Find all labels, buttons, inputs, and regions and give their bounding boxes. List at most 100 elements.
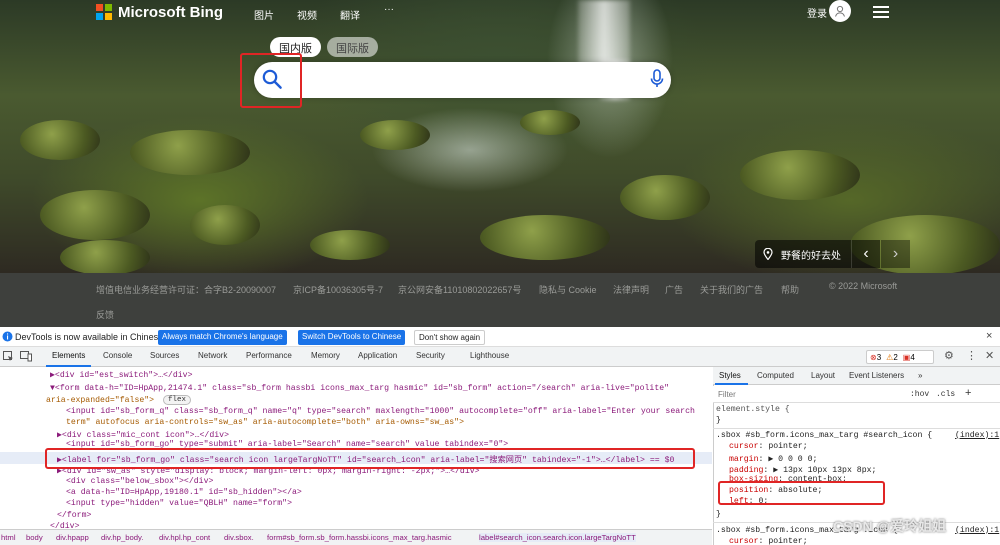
rule-close: } [716, 416, 721, 425]
tab-elements[interactable]: Elements [52, 351, 85, 360]
tab-styles[interactable]: Styles [719, 371, 741, 380]
logo-text: Microsoft Bing [118, 3, 223, 21]
breadcrumb-item[interactable]: body [26, 533, 43, 542]
search-input[interactable] [254, 62, 671, 98]
dom-line[interactable]: <a data-h="ID=HpApp,19180.1" id="sb_hidd… [66, 488, 302, 497]
location-pin-icon [763, 248, 773, 260]
infobar-text: DevTools is now available in Chinese! [15, 332, 166, 342]
breadcrumb-item[interactable]: html [1, 533, 16, 542]
hover-state-toggle[interactable]: :hov [910, 390, 929, 399]
element-style-rule[interactable]: element.style { [716, 405, 790, 414]
dom-line[interactable]: ▶<div id="est_switch">…</div> [50, 369, 193, 380]
hamburger-menu-icon[interactable] [873, 6, 889, 18]
tab-lighthouse[interactable]: Lighthouse [470, 351, 509, 360]
tab-security[interactable]: Security [416, 351, 445, 360]
bing-homepage: Microsoft Bing 图片 视频 翻译 ··· 登录 国内版 国际版 野… [0, 0, 1000, 327]
settings-gear-icon[interactable]: ⚙ [944, 349, 954, 362]
highlight-box-position-props [718, 481, 885, 505]
tab-sources[interactable]: Sources [150, 351, 179, 360]
dom-line[interactable]: aria-expanded="false"> [46, 396, 154, 405]
rule-source-link[interactable]: (index):1 [955, 526, 999, 535]
dom-line[interactable]: <input type="hidden" value="QBLH" name="… [66, 499, 292, 508]
tab-international[interactable]: 国际版 [327, 37, 378, 57]
add-rule-icon[interactable]: + [965, 387, 971, 399]
switch-to-chinese-button[interactable]: Switch DevTools to Chinese [298, 330, 406, 345]
dom-line[interactable]: term" autofocus aria-controls="sw_as" ar… [66, 418, 464, 427]
nav-videos[interactable]: 视频 [297, 7, 317, 22]
warning-count: ⚠2 [886, 352, 898, 362]
tab-application[interactable]: Application [358, 351, 397, 360]
nav-more[interactable]: ··· [384, 4, 394, 15]
tab-more[interactable]: » [918, 371, 922, 380]
footer-police-record[interactable]: 京公网安备11010802022657号 [398, 283, 521, 296]
error-count: ⊗3 [870, 352, 882, 362]
device-toolbar-icon[interactable] [20, 351, 32, 362]
nav-images[interactable]: 图片 [254, 7, 274, 22]
highlight-box-search-icon [240, 53, 302, 108]
breadcrumb-item[interactable]: form#sb_form.sb_form.hassbi.icons_max_ta… [267, 533, 452, 542]
rule-selector-search-icon[interactable]: .sbox #sb_form.icons_max_targ #search_ic… [716, 431, 932, 440]
breadcrumb-item[interactable]: div.hp_body. [101, 533, 143, 542]
nav-translate[interactable]: 翻译 [340, 7, 360, 22]
class-toggle[interactable]: .cls [936, 390, 955, 399]
issues-counter[interactable]: ⊗3 ⚠2 ▣4 [866, 350, 934, 364]
style-property[interactable]: cursor: pointer; [729, 442, 808, 451]
login-link[interactable]: 登录 [807, 5, 827, 20]
flex-badge[interactable]: flex [163, 395, 192, 405]
rule-close: } [716, 510, 721, 519]
footer-about-ads[interactable]: 关于我们的广告 [700, 283, 763, 296]
footer-license[interactable]: 增值电信业务经营许可证：合字B2-20090007 [96, 283, 276, 296]
bing-logo[interactable]: Microsoft Bing [96, 3, 223, 21]
devtools-language-infobar: DevTools is now available in Chinese! Al… [0, 327, 1000, 347]
dont-show-again-button[interactable]: Don't show again [414, 330, 486, 345]
breadcrumb-item-selected[interactable]: label#search_icon.search.icon.largeTargN… [479, 533, 636, 542]
footer-ads[interactable]: 广告 [665, 283, 683, 296]
close-devtools-icon[interactable]: ✕ [985, 349, 994, 362]
footer-feedback[interactable]: 反馈 [96, 308, 114, 321]
footer-legal[interactable]: 法律声明 [613, 283, 649, 296]
breadcrumb-item[interactable]: div.hpl.hp_cont [159, 533, 210, 542]
windows-logo-icon [96, 4, 112, 20]
tab-layout[interactable]: Layout [811, 371, 835, 380]
breadcrumb: html body div.hpapp div.hp_body. div.hpl… [0, 529, 712, 545]
footer-icp[interactable]: 京ICP备10036305号-7 [293, 283, 383, 296]
background-photo [0, 0, 1000, 273]
dom-line-form[interactable]: ▼<form data-h="ID=HpApp,21474.1" class="… [50, 384, 669, 393]
dom-line-input[interactable]: <input id="sb_form_q" class="sb_form_q" … [66, 407, 695, 416]
tab-event-listeners[interactable]: Event Listeners [849, 371, 904, 380]
info-icon [2, 331, 13, 342]
tab-memory[interactable]: Memory [311, 351, 340, 360]
watermark: CSDN @爱玲姐姐 [833, 518, 947, 534]
microphone-icon[interactable] [650, 69, 664, 89]
previous-image-button[interactable]: ‹ [851, 240, 880, 268]
always-match-language-button[interactable]: Always match Chrome's language [158, 330, 287, 345]
next-image-button[interactable]: › [881, 240, 910, 268]
breadcrumb-item[interactable]: div.hpapp [56, 533, 89, 542]
tab-performance[interactable]: Performance [246, 351, 292, 360]
footer-copyright: © 2022 Microsoft [829, 281, 898, 291]
avatar-icon[interactable] [829, 0, 851, 22]
highlight-box-dom-line [45, 448, 695, 469]
tab-console[interactable]: Console [103, 351, 132, 360]
rule-source-link[interactable]: (index):1 [955, 431, 999, 440]
breadcrumb-item[interactable]: div.sbox. [224, 533, 254, 542]
close-infobar-icon[interactable]: × [986, 330, 992, 342]
location-caption[interactable]: 野餐的好去处 [755, 240, 851, 268]
more-options-icon[interactable]: ⋮ [966, 349, 977, 362]
tab-computed[interactable]: Computed [757, 371, 794, 380]
dom-line[interactable]: ▶<div class="mic_cont icon">…</div> [57, 429, 229, 440]
footer-help[interactable]: 帮助 [781, 283, 799, 296]
message-count: ▣4 [902, 352, 915, 362]
style-property[interactable]: cursor: pointer; [729, 537, 808, 545]
tab-network[interactable]: Network [198, 351, 227, 360]
footer-privacy[interactable]: 隐私与 Cookie [539, 283, 597, 296]
dom-line[interactable]: </form> [57, 511, 91, 520]
styles-filter-input[interactable]: Filter [718, 390, 736, 399]
styles-filter-bar [713, 386, 1000, 403]
style-property[interactable]: margin: ▶ 0 0 0 0; [729, 453, 817, 464]
style-property[interactable]: padding: ▶ 13px 10px 13px 8px; [729, 464, 876, 475]
inspect-element-icon[interactable] [3, 351, 14, 362]
active-side-tab-indicator [715, 383, 748, 385]
location-caption-text: 野餐的好去处 [781, 250, 841, 262]
dom-line[interactable]: <div class="below_sbox"></div> [66, 477, 213, 486]
